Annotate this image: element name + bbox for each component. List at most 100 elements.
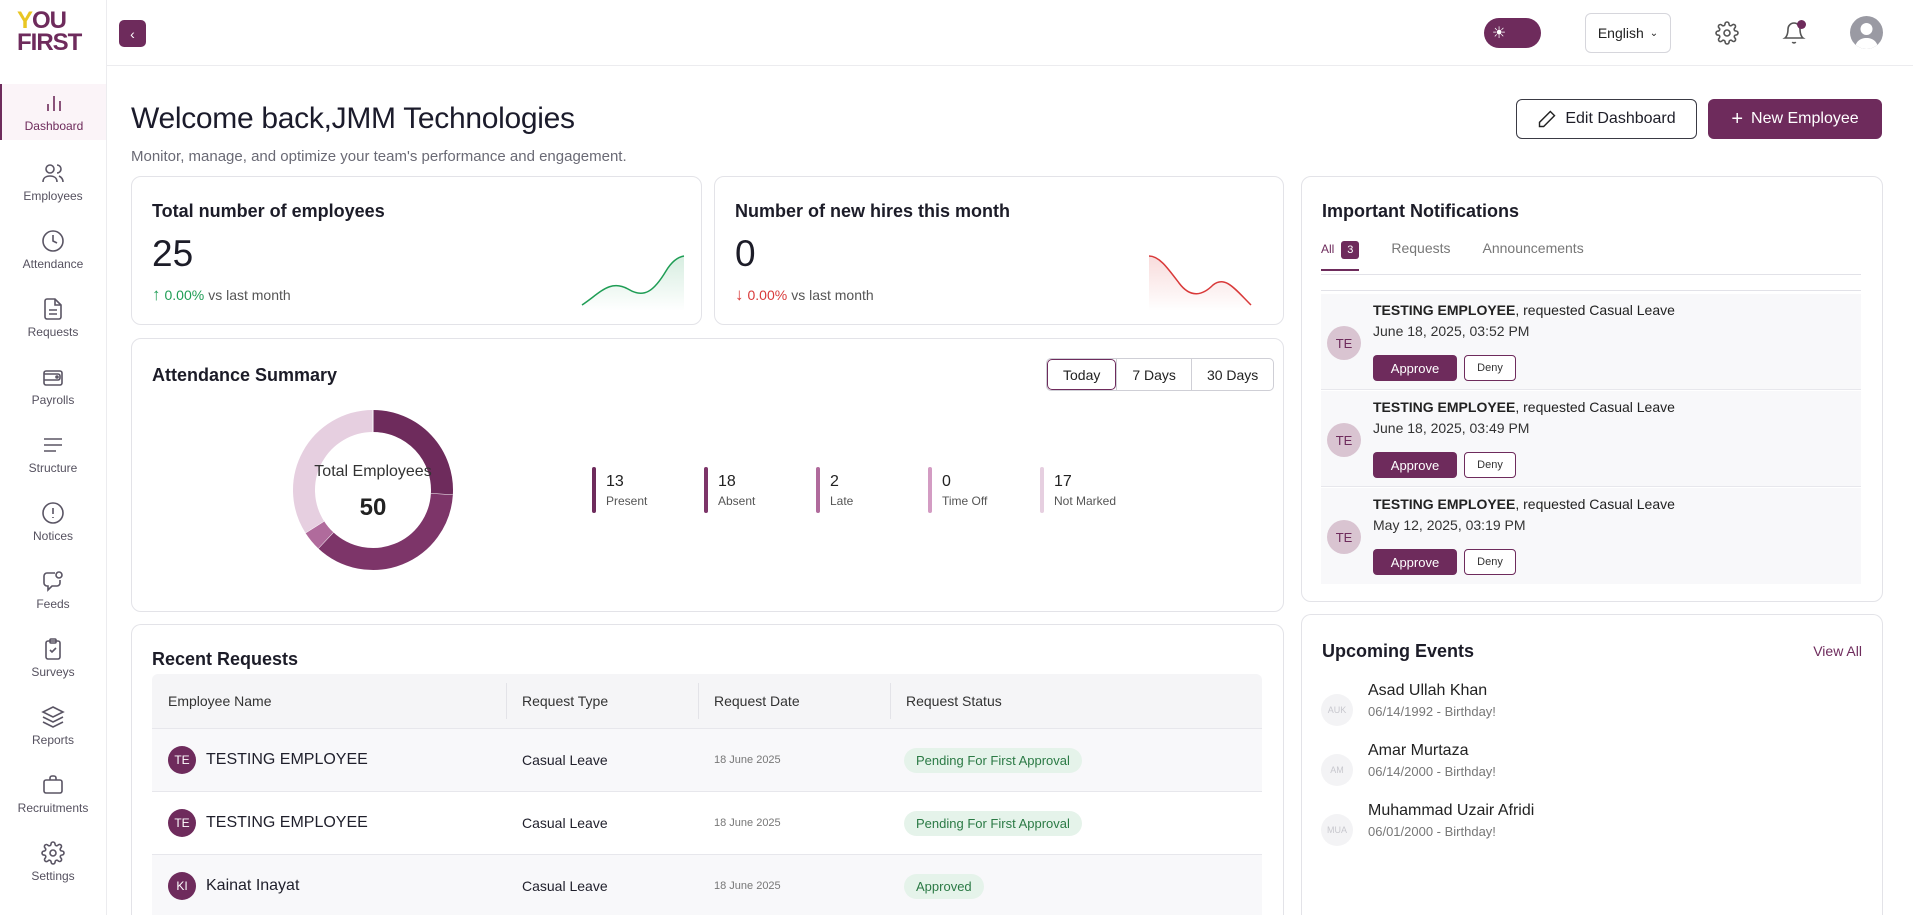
sidebar-item-surveys[interactable]: Surveys: [0, 624, 106, 692]
legend-label: Late: [830, 494, 854, 508]
legend-value: 17: [1054, 473, 1072, 490]
legend-bar: [592, 467, 596, 513]
event-name: Muhammad Uzair Afridi: [1368, 802, 1535, 819]
column-header-request-type[interactable]: Request Type: [522, 674, 608, 728]
legend-bar: [1040, 467, 1044, 513]
language-value: English: [1597, 25, 1644, 41]
sidebar-item-employees[interactable]: Employees: [0, 148, 106, 216]
collapse-sidebar-button[interactable]: ‹: [119, 20, 146, 47]
notification-date: June 18, 2025, 03:52 PM: [1373, 323, 1530, 339]
sidebar-item-label: Settings: [31, 869, 75, 883]
wallet-icon: [43, 370, 63, 386]
cell-employee: KI Kainat Inayat: [168, 855, 299, 915]
approve-button[interactable]: Approve: [1373, 549, 1457, 575]
event-item: AUK Asad Ullah Khan 06/14/1992 - Birthda…: [1321, 682, 1851, 732]
approve-button[interactable]: Approve: [1373, 452, 1457, 478]
tab-requests[interactable]: Requests: [1391, 240, 1450, 259]
notification-name: TESTING EMPLOYEE: [1373, 302, 1516, 318]
notification-text: TESTING EMPLOYEE, requested Casual Leave: [1373, 399, 1675, 415]
cell-request-date: 18 June 2025: [714, 880, 781, 892]
sidebar-item-notices[interactable]: Notices: [0, 488, 106, 556]
table-row[interactable]: KI Kainat Inayat Casual Leave 18 June 202…: [152, 854, 1262, 915]
page-subtitle: Monitor, manage, and optimize your team'…: [131, 148, 627, 165]
range-today[interactable]: Today: [1047, 359, 1117, 390]
view-all-link[interactable]: View All: [1813, 643, 1862, 659]
notification-action: , requested Casual Leave: [1515, 399, 1675, 415]
sidebar-item-label: Reports: [31, 733, 75, 747]
notification-item: TE TESTING EMPLOYEE, requested Casual Le…: [1321, 488, 1861, 584]
pencil-icon: [1539, 110, 1556, 128]
notification-action: , requested Casual Leave: [1515, 496, 1675, 512]
deny-button[interactable]: Deny: [1464, 355, 1516, 381]
language-select[interactable]: English ⌄: [1585, 13, 1671, 53]
user-avatar[interactable]: [1850, 16, 1883, 49]
table-header: Employee Name Request Type Request Date …: [152, 674, 1262, 728]
avatar: TE: [168, 809, 196, 837]
deny-button[interactable]: Deny: [1464, 549, 1516, 575]
user-icon: [1855, 23, 1878, 49]
cell-request-type: Casual Leave: [522, 815, 608, 831]
avatar: AM: [1321, 754, 1353, 786]
sidebar-item-payrolls[interactable]: Payrolls: [0, 352, 106, 420]
avatar: TE: [1327, 423, 1361, 457]
legend-value: 13: [606, 473, 624, 490]
approve-button[interactable]: Approve: [1373, 355, 1457, 381]
sidebar-item-structure[interactable]: Structure: [0, 420, 106, 488]
notification-name: TESTING EMPLOYEE: [1373, 496, 1516, 512]
donut-center-value: 50: [359, 494, 387, 521]
sidebar-item-attendance[interactable]: Attendance: [0, 216, 106, 284]
table-row[interactable]: TE TESTING EMPLOYEE Casual Leave 18 June …: [152, 791, 1262, 854]
avatar: TE: [168, 746, 196, 774]
column-header-request-date[interactable]: Request Date: [714, 674, 800, 728]
cell-request-date: 18 June 2025: [714, 754, 781, 766]
column-header-request-status[interactable]: Request Status: [906, 674, 1002, 728]
divider: [1321, 290, 1861, 291]
notifications-button[interactable]: [1779, 18, 1809, 48]
card-title: Important Notifications: [1322, 201, 1519, 221]
sidebar-item-requests[interactable]: Requests: [0, 284, 106, 352]
notification-tabs: All 3 Requests Announcements: [1321, 240, 1584, 271]
settings-button[interactable]: [1712, 18, 1742, 48]
arrow-down-icon: ↓: [735, 285, 744, 304]
range-7-days[interactable]: 7 Days: [1116, 359, 1191, 390]
event-item: AM Amar Murtaza 06/14/2000 - Birthday!: [1321, 742, 1851, 792]
brand-logo[interactable]: YOU FIRST: [17, 9, 91, 58]
legend-value: 0: [942, 473, 951, 490]
tab-announcements[interactable]: Announcements: [1483, 240, 1584, 259]
deny-button[interactable]: Deny: [1464, 452, 1516, 478]
tab-all[interactable]: All 3: [1321, 240, 1360, 271]
table-row[interactable]: TE TESTING EMPLOYEE Casual Leave 18 June …: [152, 728, 1262, 791]
delta-suffix: vs last month: [208, 287, 291, 303]
card-title: Upcoming Events: [1322, 641, 1475, 661]
theme-toggle[interactable]: ☀: [1484, 18, 1541, 48]
donut-slice-late: [305, 520, 334, 549]
event-date: 06/01/2000 - Birthday!: [1368, 824, 1496, 839]
new-employee-button[interactable]: + New Employee: [1708, 99, 1882, 139]
notification-item: TE TESTING EMPLOYEE, requested Casual Le…: [1321, 391, 1861, 487]
employee-name: Kainat Inayat: [206, 877, 300, 894]
edit-dashboard-button[interactable]: Edit Dashboard: [1516, 99, 1697, 139]
legend-late: 2 Late: [816, 467, 853, 513]
range-30-days[interactable]: 30 Days: [1190, 359, 1273, 390]
column-header-employee-name[interactable]: Employee Name: [168, 674, 272, 728]
card-title: Number of new hires this month: [735, 201, 1011, 221]
legend-time-off: 0 Time Off: [928, 467, 987, 513]
stat-delta: ↓ 0.00% vs last month: [735, 285, 874, 305]
sidebar-item-reports[interactable]: Reports: [0, 692, 106, 760]
donut-center-label: Total Employees: [314, 463, 432, 480]
alert-icon: [42, 502, 64, 524]
avatar: KI: [168, 872, 196, 900]
sidebar-item-feeds[interactable]: Feeds: [0, 556, 106, 624]
sidebar-item-label: Structure: [28, 461, 78, 475]
chat-icon: [43, 571, 63, 592]
sidebar-item-recruitments[interactable]: Recruitments: [0, 760, 106, 828]
sidebar-item-label: Notices: [32, 529, 73, 543]
cell-employee: TE TESTING EMPLOYEE: [168, 792, 368, 854]
legend-present: 13 Present: [592, 467, 647, 513]
cell-employee: TE TESTING EMPLOYEE: [168, 729, 368, 791]
tab-all-count: 3: [1341, 241, 1360, 259]
sidebar-item-settings[interactable]: Settings: [0, 828, 106, 896]
avatar: MUA: [1321, 814, 1353, 846]
sidebar-item-dashboard[interactable]: Dashboard: [0, 84, 106, 140]
avatar: TE: [1327, 520, 1361, 554]
